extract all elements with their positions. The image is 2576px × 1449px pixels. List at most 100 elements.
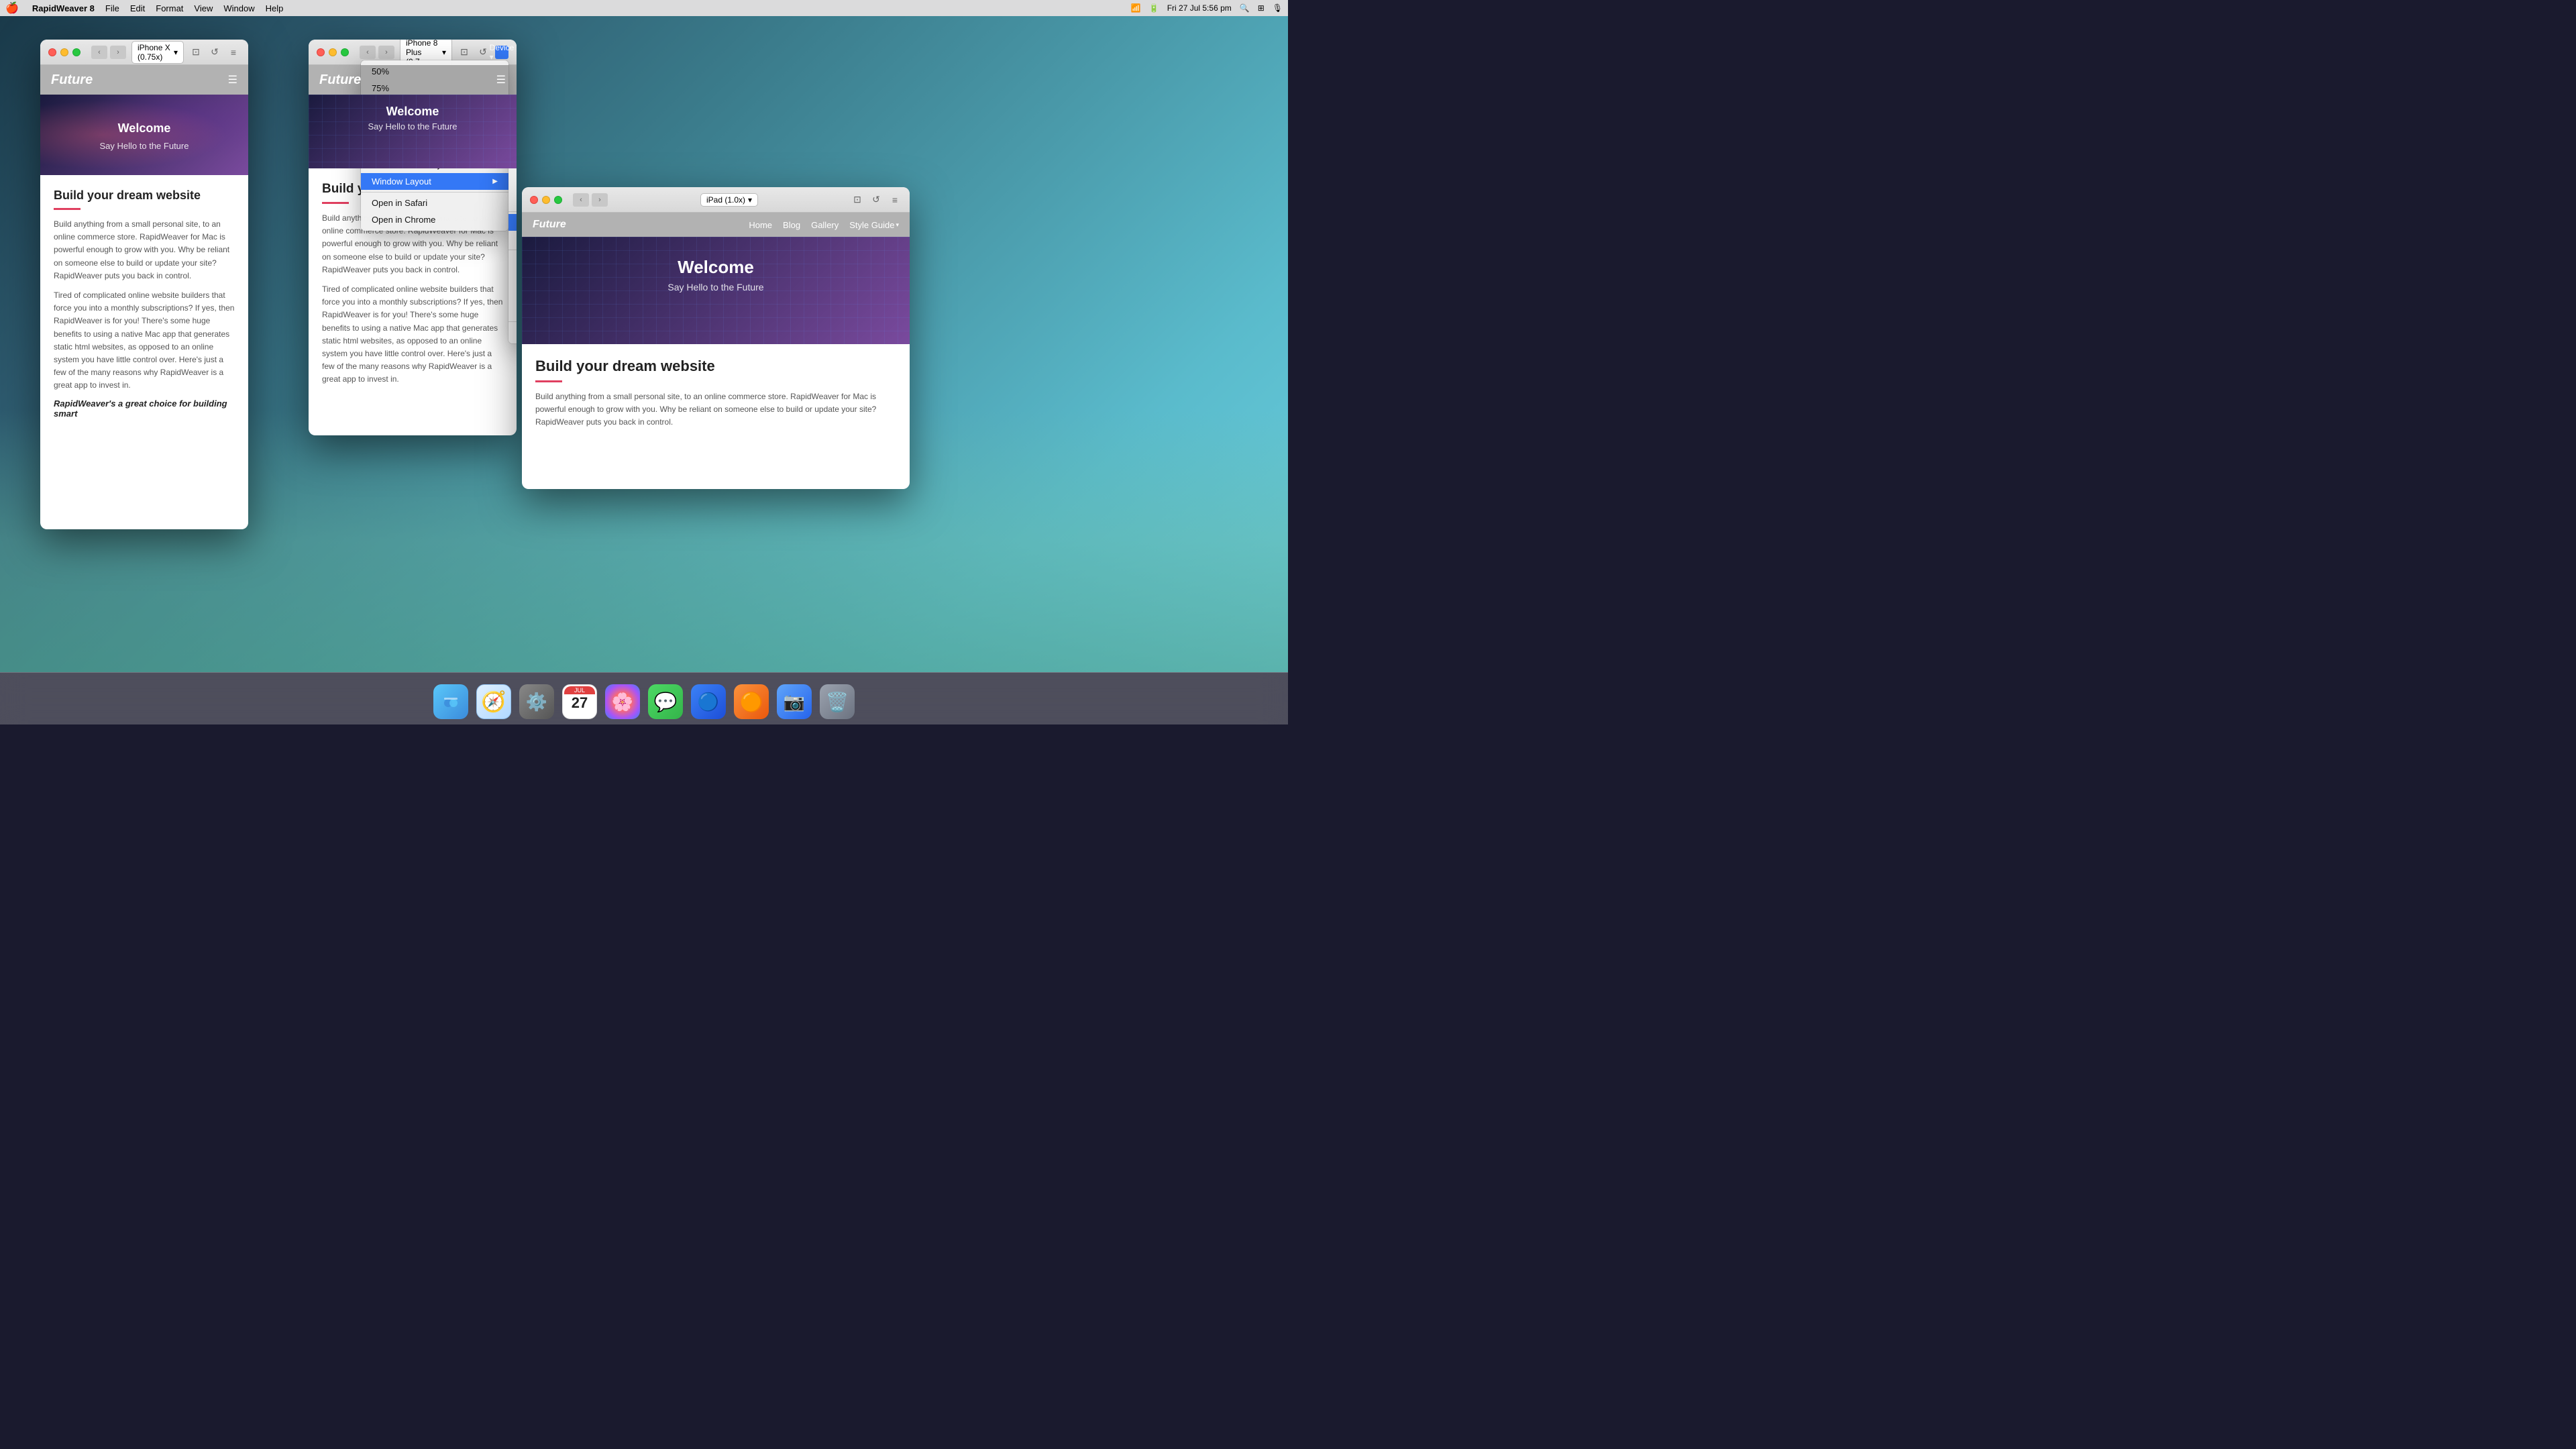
refresh-icon-1[interactable]: ↺ [208, 46, 221, 59]
dock-item-squash[interactable]: 🟠 [733, 683, 770, 720]
nav-home[interactable]: Home [749, 220, 772, 230]
submenu-item-imac-215[interactable]: iMac 21.5" [508, 286, 517, 303]
menu-window[interactable]: Window [223, 3, 254, 13]
site-logo-1: Future [51, 72, 93, 88]
menubar: 🍎 RapidWeaver 8 File Edit Format View Wi… [0, 0, 1288, 16]
menu-item-window-layout[interactable]: Window Layout ▶ iPhone X iPhone 8 iPhone… [361, 173, 508, 190]
menu-help[interactable]: Help [266, 3, 284, 13]
back-button-1[interactable]: ‹ [91, 46, 107, 59]
site-nav-3: Home Blog Gallery Style Guide ▾ [749, 220, 899, 230]
menu-icon-2[interactable]: Device ▾ [495, 46, 508, 59]
finder-icon [433, 684, 468, 719]
menu-icon-1[interactable]: ≡ [227, 46, 240, 59]
hero-subtitle-2: Say Hello to the Future [309, 121, 517, 131]
search-icon[interactable]: 🔍 [1240, 3, 1250, 13]
hero-content-2: Welcome Say Hello to the Future [309, 105, 517, 131]
submenu-item-iphone-se[interactable]: iPhone SE [508, 193, 517, 209]
device-submenu: iPhone X iPhone 8 iPhone 8 Plus iPhone S… [508, 140, 517, 343]
close-button-2[interactable] [317, 48, 325, 56]
fullscreen-button-3[interactable] [554, 196, 562, 204]
dock-item-calendar[interactable]: JUL 27 [561, 683, 598, 720]
responsive-icon-1[interactable]: ⊡ [189, 46, 203, 59]
calendar-icon: JUL 27 [562, 684, 597, 719]
titlebar-1: ‹ › iPhone X (0.75x) ▾ ⊡ ↺ ≡ [40, 40, 248, 65]
menu-view[interactable]: View [194, 3, 213, 13]
minimize-button-2[interactable] [329, 48, 337, 56]
menu-item-open-chrome[interactable]: Open in Chrome [361, 211, 508, 228]
forward-button-1[interactable]: › [110, 46, 126, 59]
nav-style-guide[interactable]: Style Guide ▾ [849, 220, 899, 230]
dock-item-safari[interactable]: 🧭 [475, 683, 513, 720]
submenu-sep-1 [508, 211, 517, 212]
menu-edit[interactable]: Edit [130, 3, 145, 13]
minimize-button-3[interactable] [542, 196, 550, 204]
apple-menu[interactable]: 🍎 [5, 1, 19, 15]
site-body-1: Build your dream website Build anything … [40, 175, 248, 432]
fullscreen-button-1[interactable] [72, 48, 80, 56]
menu-icon-3[interactable]: ≡ [888, 193, 902, 207]
hero-title-1: Welcome [54, 121, 235, 136]
wifi-icon[interactable]: 📶 [1131, 3, 1141, 13]
close-button-3[interactable] [530, 196, 538, 204]
dock-item-finder[interactable] [432, 683, 470, 720]
titlebar-3: ‹ › iPad (1.0x) ▾ ⊡ ↺ ≡ [522, 187, 910, 213]
trash-icon: 🗑️ [820, 684, 855, 719]
divider-3 [535, 380, 562, 382]
forward-button-2[interactable]: › [378, 46, 394, 59]
submenu-item-macbook-pro-13[interactable]: MacBook Pro 13" [508, 252, 517, 269]
dock-item-rapidweaver[interactable]: 🔵 [690, 683, 727, 720]
site-hero-3: Welcome Say Hello to the Future [522, 237, 910, 344]
dock-item-messages[interactable]: 💬 [647, 683, 684, 720]
menu-item-open-safari[interactable]: Open in Safari [361, 195, 508, 211]
system-prefs-icon: ⚙️ [519, 684, 554, 719]
open-chrome-label: Open in Chrome [372, 215, 435, 225]
window-iphone-8-plus: ‹ › iPhone 8 Plus (0.7... ▾ ⊡ ↺ Device ▾… [309, 40, 517, 435]
dock-item-trash[interactable]: 🗑️ [818, 683, 856, 720]
desktop: ‹ › iPhone X (0.75x) ▾ ⊡ ↺ ≡ Future ☰ [0, 16, 1288, 672]
device-selector-3[interactable]: iPad (1.0x) ▾ [700, 193, 758, 207]
back-button-2[interactable]: ‹ [360, 46, 376, 59]
body-h2-1: Build your dream website [54, 189, 235, 203]
submenu-item-imac-5k[interactable]: iMac 5K 27" [508, 303, 517, 319]
minimize-button-1[interactable] [60, 48, 68, 56]
responsive-icon-3[interactable]: ⊡ [851, 193, 864, 207]
battery-icon[interactable]: 🔋 [1149, 3, 1159, 13]
fullscreen-button-2[interactable] [341, 48, 349, 56]
menu-format[interactable]: Format [156, 3, 183, 13]
submenu-item-ipad[interactable]: iPad [508, 214, 517, 231]
body-p1-1: Build anything from a small personal sit… [54, 218, 235, 282]
menu-file[interactable]: File [105, 3, 119, 13]
photos-icon: 🌸 [605, 684, 640, 719]
nav-blog[interactable]: Blog [783, 220, 800, 230]
titlebar-2: ‹ › iPhone 8 Plus (0.7... ▾ ⊡ ↺ Device ▾… [309, 40, 517, 65]
refresh-icon-2[interactable]: ↺ [476, 46, 490, 59]
refresh-icon-3[interactable]: ↺ [869, 193, 883, 207]
forward-button-3[interactable]: › [592, 193, 608, 207]
submenu-item-macbook-pro-15[interactable]: MacBook Pro 15" [508, 269, 517, 286]
dock-item-system-prefs[interactable]: ⚙️ [518, 683, 555, 720]
body-h2-3: Build your dream website [535, 358, 896, 375]
device-selector-1[interactable]: iPhone X (0.75x) ▾ [131, 41, 184, 64]
submenu-item-iphone-8-plus[interactable]: iPhone 8 Plus [508, 176, 517, 193]
squash-icon: 🟠 [734, 684, 769, 719]
safari-icon: 🧭 [476, 684, 511, 719]
nav-gallery[interactable]: Gallery [811, 220, 839, 230]
traffic-lights-3[interactable] [530, 196, 562, 204]
traffic-lights-2[interactable] [317, 48, 349, 56]
divider-1 [54, 208, 80, 210]
hamburger-icon-1[interactable]: ☰ [228, 73, 237, 87]
app-name[interactable]: RapidWeaver 8 [32, 3, 95, 13]
traffic-lights-1[interactable] [48, 48, 80, 56]
hamburger-icon-2[interactable]: ☰ [496, 73, 506, 87]
dock-item-screenshots[interactable]: 📷 [775, 683, 813, 720]
dock-item-photos[interactable]: 🌸 [604, 683, 641, 720]
close-button-1[interactable] [48, 48, 56, 56]
hero-content-3: Welcome Say Hello to the Future [522, 257, 910, 292]
submenu-item-ipad-pro[interactable]: iPad Pro [508, 231, 517, 248]
submenu-item-custom[interactable]: Custom [508, 324, 517, 341]
body-p1-3: Build anything from a small personal sit… [535, 390, 896, 429]
control-center-icon[interactable]: ⊞ [1258, 3, 1265, 13]
responsive-icon-2[interactable]: ⊡ [458, 46, 471, 59]
back-button-3[interactable]: ‹ [573, 193, 589, 207]
siri-icon[interactable]: 🎙 [1273, 3, 1283, 13]
